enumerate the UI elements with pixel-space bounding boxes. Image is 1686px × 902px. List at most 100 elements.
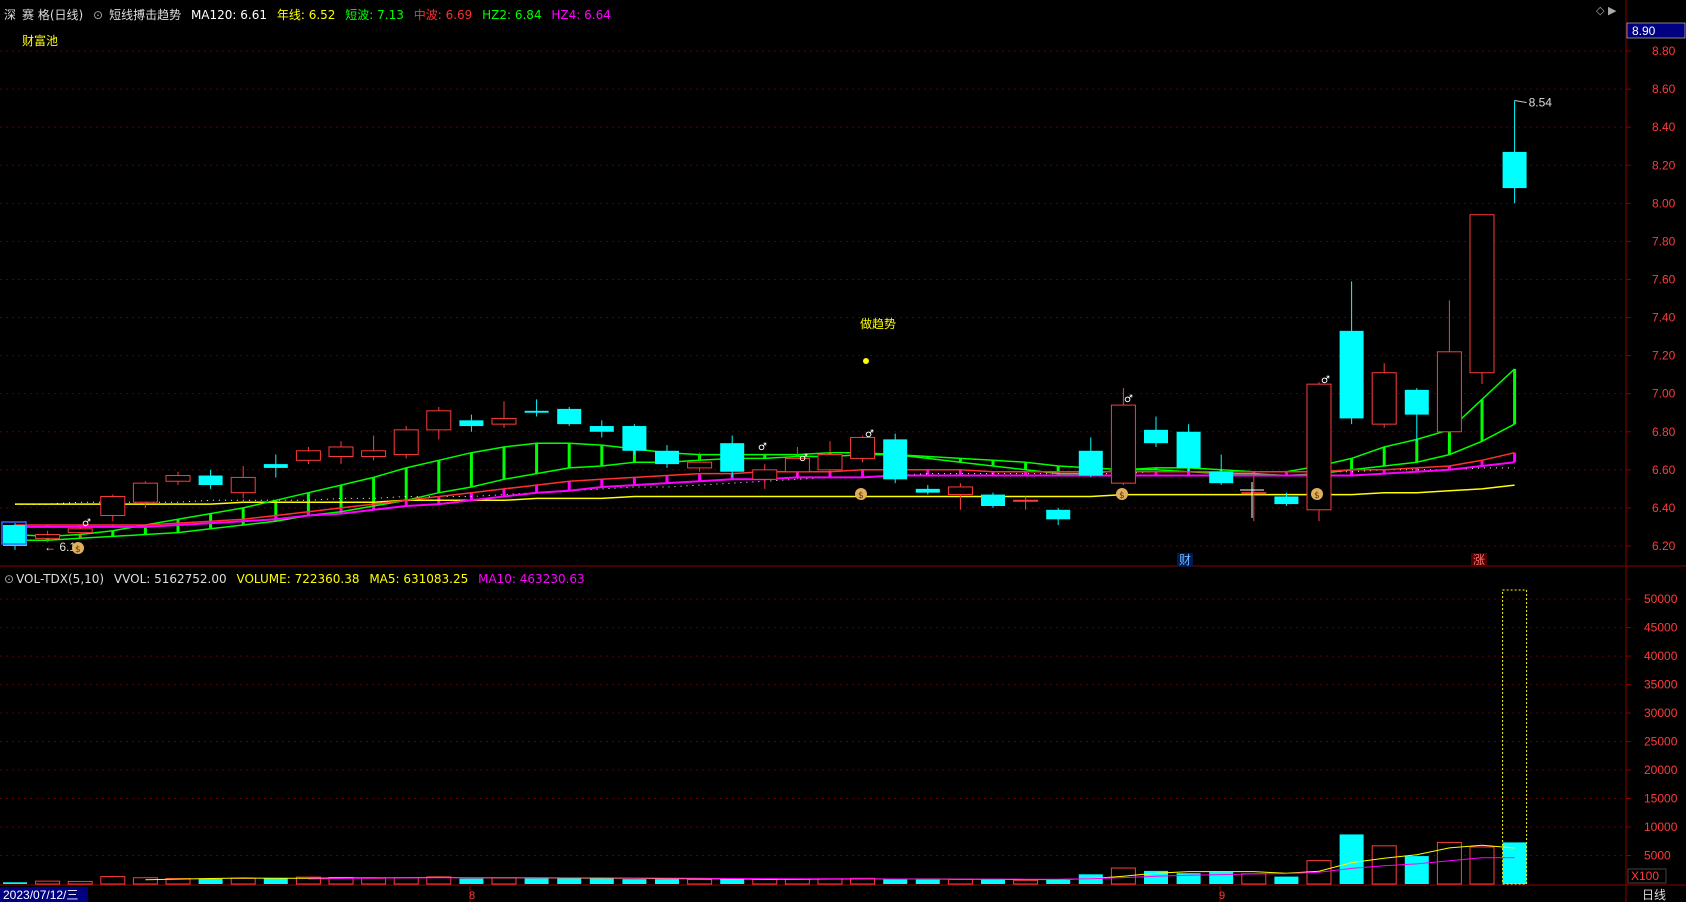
candle-body-down	[883, 439, 908, 480]
volume-bar-down	[1502, 842, 1527, 884]
candle-body-up	[947, 486, 973, 496]
high-price-label: 8.54	[1529, 96, 1553, 110]
annotations: 做趋势8.54← 6.18财 涨$$ $ $♂♂♂♂♂♂2023/07/12/三 8 9 日…	[0, 96, 1666, 902]
price-tick-label: 6.60	[1652, 463, 1676, 477]
price-tick-label: 8.80	[1652, 44, 1676, 58]
candle-body-down	[1502, 151, 1527, 189]
high-marker-line	[1514, 100, 1527, 104]
volume-bar-down	[1046, 880, 1071, 884]
price-tick-label: 8.40	[1652, 120, 1676, 134]
candle-body-up	[1110, 404, 1136, 484]
candle-body-down	[1404, 389, 1429, 415]
grid	[0, 0, 1686, 902]
volume-tick-label: 20000	[1644, 763, 1678, 777]
volume-bar-up	[35, 880, 61, 885]
signal-glyph: ♂	[82, 518, 91, 529]
price-tick-label: 6.80	[1652, 425, 1676, 439]
candle-body-up	[1371, 372, 1397, 425]
signal-glyph: ♂	[1124, 394, 1133, 405]
volume-bar-up	[1436, 841, 1462, 885]
price-tick-label: 8.60	[1652, 82, 1676, 96]
volume-bar-up	[393, 877, 419, 885]
volume-bar-down	[1404, 856, 1429, 884]
candle-body-down	[1339, 330, 1364, 419]
volume-tick-label: 35000	[1644, 678, 1678, 692]
candle-body-down	[1078, 450, 1103, 476]
volume-bar-up	[947, 878, 973, 885]
candle-body-down	[1209, 471, 1234, 484]
candle-body-up	[426, 410, 452, 431]
volume-bar-down	[1209, 872, 1234, 884]
candle-body-up	[393, 429, 419, 456]
volume-bar-down	[263, 878, 288, 884]
price-tick-label: 8.00	[1652, 196, 1676, 210]
candle-body-up	[1241, 492, 1267, 495]
date-label: 2023/07/12/三	[3, 888, 78, 902]
volume-bar-down	[915, 879, 940, 884]
volume-tick-label: 30000	[1644, 706, 1678, 720]
candle-body-up	[687, 461, 713, 469]
candle-body-up	[132, 482, 158, 503]
candle-body-up	[1013, 499, 1039, 502]
volume-bar-down	[557, 878, 582, 884]
candle-body-down	[1176, 431, 1201, 468]
volume-bar-up	[1469, 846, 1495, 885]
volume-bar-up	[132, 877, 158, 885]
volume-bar-up	[752, 878, 778, 885]
volume-bar-up	[1013, 879, 1039, 885]
candle-body-down	[1144, 429, 1168, 444]
candle-body-up	[361, 450, 387, 457]
month9-label: 9	[1219, 890, 1225, 902]
price-axis: 8.80 8.60 8.40 8.20 8.00 7.80 7.60 7.40 7.20 7.00…	[1626, 22, 1686, 884]
volume-bar-down	[720, 878, 745, 884]
candle-body-down	[981, 494, 1005, 506]
volume-bar-down	[198, 878, 223, 884]
period-label-bottom: 日线	[1642, 888, 1666, 902]
price-tick-label: 8.20	[1652, 158, 1676, 172]
volume-bar-up	[100, 876, 126, 885]
candle-body-up	[295, 450, 321, 461]
volume-tick-label: 40000	[1644, 649, 1678, 663]
candle-body-up	[165, 475, 191, 482]
candles	[3, 100, 1527, 550]
candle-body-up	[67, 528, 93, 534]
kline-chart[interactable]: 8.80 8.60 8.40 8.20 8.00 7.80 7.60 7.40 7.20 7.00…	[0, 0, 1686, 902]
volume-bar-up	[1241, 873, 1267, 885]
candle-body-up	[817, 454, 843, 471]
volume-bar-up	[784, 878, 810, 885]
price-tick-label: 7.40	[1652, 311, 1676, 325]
candle-body-up	[491, 417, 517, 425]
volume-tick-label: 25000	[1644, 735, 1678, 749]
price-tick-label: 7.00	[1652, 387, 1676, 401]
candle-body-up	[752, 469, 778, 480]
signal-glyph: ♂	[1321, 375, 1330, 386]
candle-body-down	[655, 450, 679, 465]
candle-body-down	[622, 426, 647, 451]
month8-label: 8	[469, 890, 475, 902]
candle-body-up	[328, 446, 354, 457]
volume-bar-down	[524, 878, 549, 884]
vol-ma10-line	[308, 857, 1515, 880]
money-bag-symbol: $	[858, 491, 864, 501]
x100-label: X100	[1631, 869, 1659, 883]
price-tick-label: 6.40	[1652, 501, 1676, 515]
candle-body-down	[720, 443, 745, 472]
candle-body-up	[1469, 214, 1495, 374]
volume-bar-down	[589, 878, 614, 884]
volume-tick-label: 45000	[1644, 621, 1678, 635]
indicator-lines	[13, 368, 1517, 542]
volume-bar-up	[67, 880, 93, 885]
zuoqushi-label: 做趋势	[860, 316, 896, 331]
candle-body-up	[230, 476, 256, 494]
candle-body-up	[1436, 351, 1462, 433]
candle-body-up	[35, 534, 61, 539]
money-bag-symbol: $	[75, 545, 81, 555]
volume-tick-label: 10000	[1644, 820, 1678, 834]
top-price-label: 8.90	[1632, 24, 1656, 38]
signal-glyph: ♂	[799, 453, 808, 464]
volume-bar-down	[655, 879, 679, 884]
candle-body-down	[459, 420, 484, 427]
candle-body-down	[915, 488, 940, 493]
candle-body-up	[850, 436, 876, 459]
volume-bar-down	[1274, 876, 1299, 884]
